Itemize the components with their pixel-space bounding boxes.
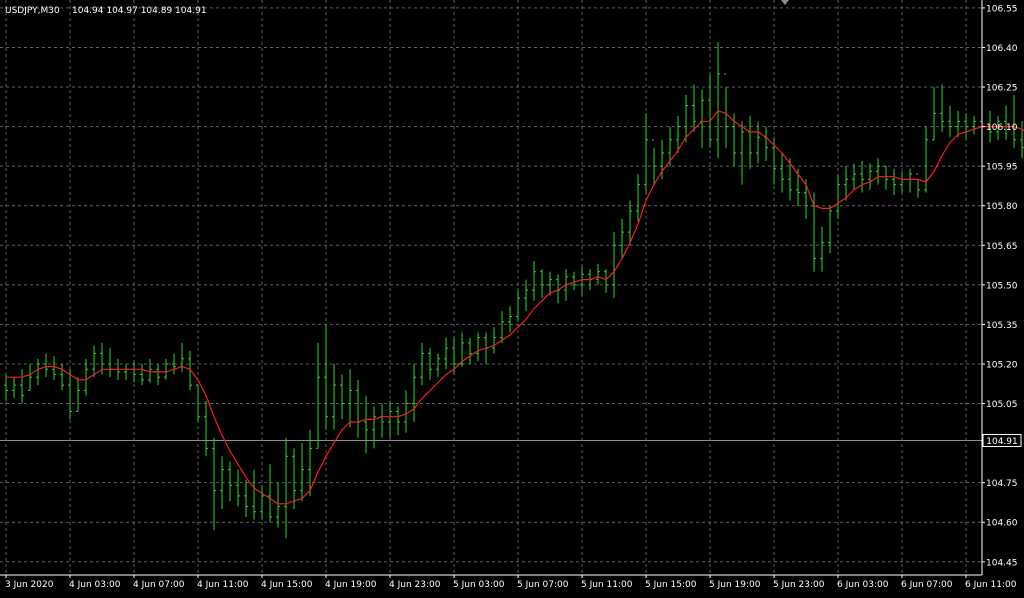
x-tick-label: 5 Jun 11:00 xyxy=(581,580,633,590)
y-tick-label: 106.10 xyxy=(986,123,1018,133)
x-tick-label: 4 Jun 11:00 xyxy=(197,580,249,590)
x-tick-label: 3 Jun 2020 xyxy=(5,580,54,590)
chart-background xyxy=(0,0,1024,594)
y-axis-ticks: 106.55 106.40 106.25 106.10 105.95 105.80 105.… xyxy=(982,4,1018,568)
x-tick-label: 5 Jun 23:00 xyxy=(773,580,825,590)
y-tick-label: 106.40 xyxy=(986,44,1018,54)
x-tick-label: 6 Jun 11:00 xyxy=(965,580,1017,590)
y-tick-label: 104.75 xyxy=(986,479,1018,489)
x-tick-label: 4 Jun 15:00 xyxy=(261,580,313,590)
x-tick-label: 6 Jun 03:00 xyxy=(837,580,889,590)
y-tick-label: 105.35 xyxy=(986,321,1018,331)
y-tick-label: 105.05 xyxy=(986,400,1018,410)
x-tick-label: 5 Jun 19:00 xyxy=(709,580,761,590)
y-tick-label: 106.55 xyxy=(986,4,1018,14)
y-tick-label: 104.45 xyxy=(986,558,1018,568)
current-price-badge: 104.91 xyxy=(982,433,1022,447)
chart-window: 106.55 106.40 106.25 106.10 105.95 105.80 105.… xyxy=(0,0,1024,594)
x-tick-label: 4 Jun 07:00 xyxy=(133,580,185,590)
y-tick-label: 106.25 xyxy=(986,84,1018,94)
x-tick-label: 5 Jun 07:00 xyxy=(517,580,569,590)
x-tick-label: 6 Jun 07:00 xyxy=(901,580,953,590)
x-tick-label: 5 Jun 15:00 xyxy=(645,580,697,590)
y-tick-label: 104.60 xyxy=(986,519,1018,529)
y-tick-label: 105.95 xyxy=(986,163,1018,173)
current-price-label: 104.91 xyxy=(986,437,1018,447)
price-chart[interactable]: 106.55 106.40 106.25 106.10 105.95 105.80 105.… xyxy=(0,0,1024,594)
y-tick-label: 105.50 xyxy=(986,281,1018,291)
y-tick-label: 105.80 xyxy=(986,202,1018,212)
x-tick-label: 4 Jun 19:00 xyxy=(325,580,377,590)
x-tick-label: 4 Jun 23:00 xyxy=(389,580,441,590)
ohlc-readout: 104.94 104.97 104.89 104.91 xyxy=(72,6,207,16)
y-tick-label: 105.20 xyxy=(986,360,1018,370)
x-tick-label: 4 Jun 03:00 xyxy=(69,580,121,590)
y-tick-label: 105.65 xyxy=(986,242,1018,252)
chart-title: USDJPY,M30 xyxy=(5,6,60,16)
chart-header: USDJPY,M30 104.94 104.97 104.89 104.91 xyxy=(5,6,207,16)
x-tick-label: 5 Jun 03:00 xyxy=(453,580,505,590)
